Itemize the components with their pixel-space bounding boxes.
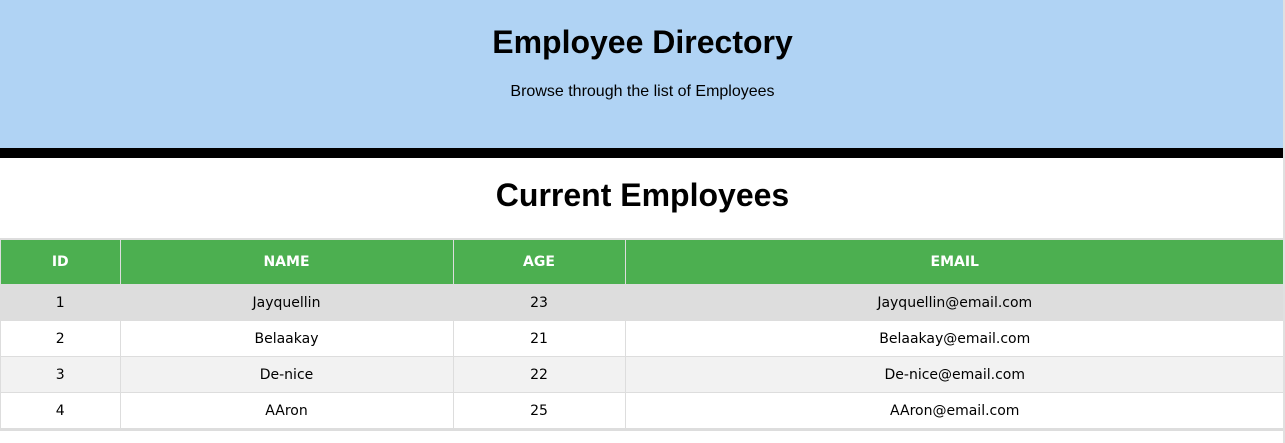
cell-name: AAron [120, 392, 454, 428]
table-header-row: ID NAME AGE EMAIL [1, 240, 1284, 285]
page-subtitle: Browse through the list of Employees [510, 83, 775, 100]
cell-age: 23 [453, 284, 626, 321]
employee-table-container: ID NAME AGE EMAIL 1 Jayquellin 23 Jayque… [0, 238, 1285, 431]
cell-age: 25 [453, 392, 626, 428]
page-header: Employee Directory Browse through the li… [0, 0, 1285, 148]
cell-email: Belaakay@email.com [625, 320, 1284, 357]
page-title: Employee Directory [492, 24, 793, 60]
cell-email: AAron@email.com [625, 392, 1284, 428]
column-header-email[interactable]: EMAIL [625, 240, 1284, 285]
table-row: 3 De-nice 22 De-nice@email.com [1, 356, 1284, 393]
cell-id: 2 [1, 320, 121, 357]
cell-name: Jayquellin [120, 284, 454, 321]
cell-name: Belaakay [120, 320, 454, 357]
cell-id: 4 [1, 392, 121, 428]
cell-name: De-nice [120, 356, 454, 393]
cell-id: 1 [1, 284, 121, 321]
cell-email: Jayquellin@email.com [625, 284, 1284, 321]
cell-age: 22 [453, 356, 626, 393]
table-body: 1 Jayquellin 23 Jayquellin@email.com 2 B… [1, 284, 1284, 428]
table-header: ID NAME AGE EMAIL [1, 240, 1284, 285]
section-title: Current Employees [495, 177, 790, 213]
cell-email: De-nice@email.com [625, 356, 1284, 393]
cell-id: 3 [1, 356, 121, 393]
table-row: 4 AAron 25 AAron@email.com [1, 392, 1284, 428]
cell-age: 21 [453, 320, 626, 357]
column-header-id[interactable]: ID [1, 240, 121, 285]
employee-table: ID NAME AGE EMAIL 1 Jayquellin 23 Jayque… [1, 240, 1284, 428]
table-row: 2 Belaakay 21 Belaakay@email.com [1, 320, 1284, 357]
column-header-name[interactable]: NAME [120, 240, 454, 285]
column-header-age[interactable]: AGE [453, 240, 626, 285]
header-divider [0, 148, 1285, 158]
table-row: 1 Jayquellin 23 Jayquellin@email.com [1, 284, 1284, 321]
